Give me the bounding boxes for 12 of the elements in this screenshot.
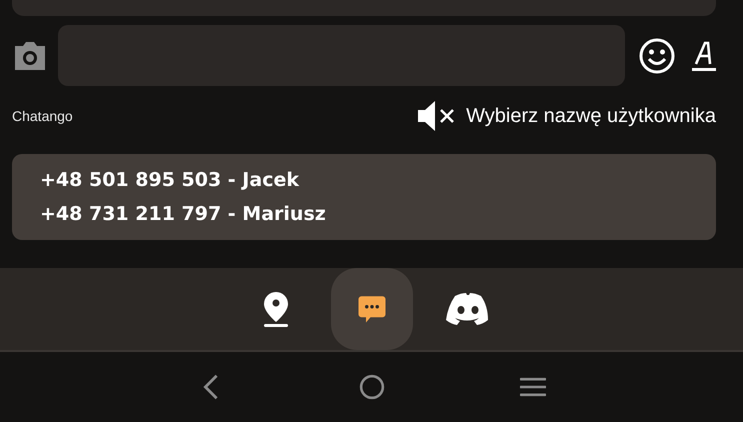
smiley-icon[interactable]	[639, 38, 675, 74]
text-format-icon[interactable]	[691, 40, 717, 72]
chat-tab[interactable]	[330, 268, 412, 350]
contact-line: +48 731 211 797 - Mariusz	[40, 202, 327, 227]
game-controller-face-icon	[446, 292, 490, 326]
username-link[interactable]: Wybierz nazwę użytkownika	[466, 104, 716, 128]
camera-icon[interactable]	[12, 40, 48, 70]
message-field[interactable]	[58, 25, 625, 86]
home-icon[interactable]	[358, 373, 384, 401]
contact-line: +48 501 895 503 - Jacek	[40, 168, 300, 193]
brand-label: Chatango	[12, 108, 73, 124]
muted-speaker-icon[interactable]	[416, 99, 456, 133]
